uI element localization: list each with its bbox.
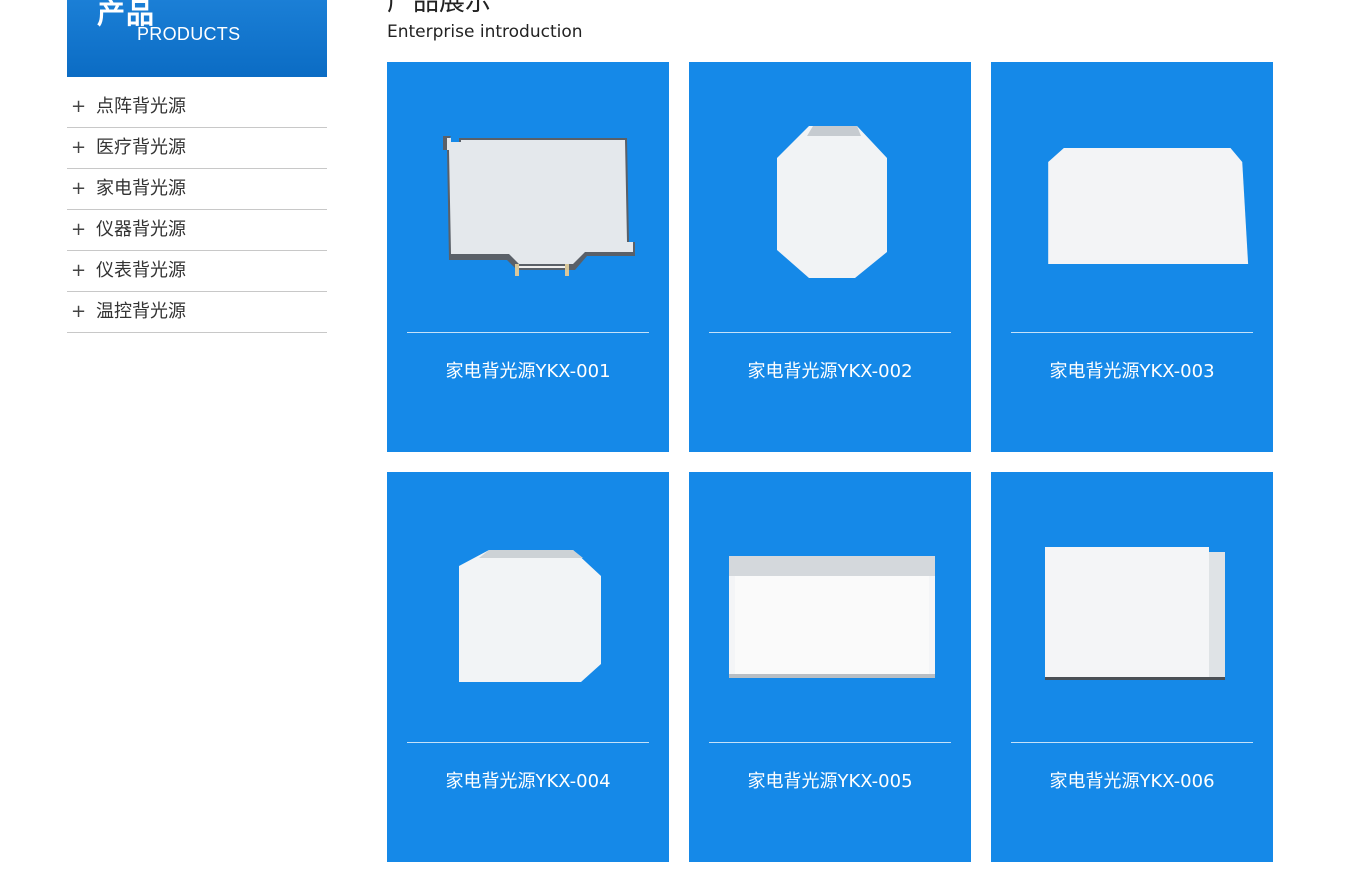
plus-icon: +: [71, 219, 87, 240]
product-card[interactable]: 家电背光源YKX-006: [991, 472, 1273, 862]
backlight-panel-image: [1045, 547, 1225, 680]
page-subtitle: Enterprise introduction: [387, 22, 583, 42]
sidebar-item-dot-matrix[interactable]: + 点阵背光源: [67, 87, 327, 128]
backlight-panel-image: [459, 550, 601, 682]
product-card[interactable]: 家电背光源YKX-002: [689, 62, 971, 452]
plus-icon: +: [71, 260, 87, 281]
sidebar-item-medical[interactable]: + 医疗背光源: [67, 128, 327, 169]
sidebar-item-label: 家电背光源: [96, 178, 186, 199]
card-divider: [709, 742, 951, 743]
product-card[interactable]: 家电背光源YKX-003: [991, 62, 1273, 452]
plus-icon: +: [71, 178, 87, 199]
sidebar-item-label: 医疗背光源: [96, 137, 186, 158]
card-divider: [1011, 332, 1253, 333]
sidebar-item-label: 温控背光源: [96, 301, 186, 322]
sidebar-item-label: 仪表背光源: [96, 260, 186, 281]
sidebar-item-meter[interactable]: + 仪表背光源: [67, 251, 327, 292]
product-image: [407, 502, 649, 742]
plus-icon: +: [71, 96, 87, 117]
product-image: [1011, 502, 1253, 742]
sidebar-item-appliance[interactable]: + 家电背光源: [67, 169, 327, 210]
product-image: [407, 92, 649, 332]
product-image: [1011, 92, 1253, 332]
card-divider: [407, 332, 649, 333]
sidebar-header: 产品 PRODUCTS: [67, 0, 327, 77]
sidebar-heading-en: PRODUCTS: [137, 24, 241, 44]
plus-icon: +: [71, 137, 87, 158]
sidebar-item-label: 点阵背光源: [96, 96, 186, 117]
backlight-panel-image: [443, 136, 635, 276]
product-card[interactable]: 家电背光源YKX-001: [387, 62, 669, 452]
card-divider: [1011, 742, 1253, 743]
product-card[interactable]: 家电背光源YKX-005: [689, 472, 971, 862]
product-image: [709, 92, 951, 332]
sidebar-menu: + 点阵背光源 + 医疗背光源 + 家电背光源 + 仪器背光源 + 仪表背光源 …: [67, 87, 327, 333]
card-divider: [407, 742, 649, 743]
product-name: 家电背光源YKX-002: [747, 361, 913, 382]
sidebar-item-thermostat[interactable]: + 温控背光源: [67, 292, 327, 333]
page-title: 产品展示: [387, 0, 492, 17]
card-divider: [709, 332, 951, 333]
product-card[interactable]: 家电背光源YKX-004: [387, 472, 669, 862]
product-name: 家电背光源YKX-004: [445, 771, 611, 792]
plus-icon: +: [71, 301, 87, 322]
backlight-panel-image: [729, 556, 935, 678]
product-name: 家电背光源YKX-005: [747, 771, 913, 792]
sidebar-item-instrument[interactable]: + 仪器背光源: [67, 210, 327, 251]
product-name: 家电背光源YKX-001: [445, 361, 611, 382]
backlight-panel-image: [1048, 148, 1249, 264]
sidebar-item-label: 仪器背光源: [96, 219, 186, 240]
product-image: [709, 502, 951, 742]
product-grid: 家电背光源YKX-001 家电背光源YKX-002 家电背光源YKX-003 家…: [387, 62, 1273, 862]
product-name: 家电背光源YKX-006: [1049, 771, 1215, 792]
backlight-panel-image: [777, 126, 887, 278]
product-name: 家电背光源YKX-003: [1049, 361, 1215, 382]
